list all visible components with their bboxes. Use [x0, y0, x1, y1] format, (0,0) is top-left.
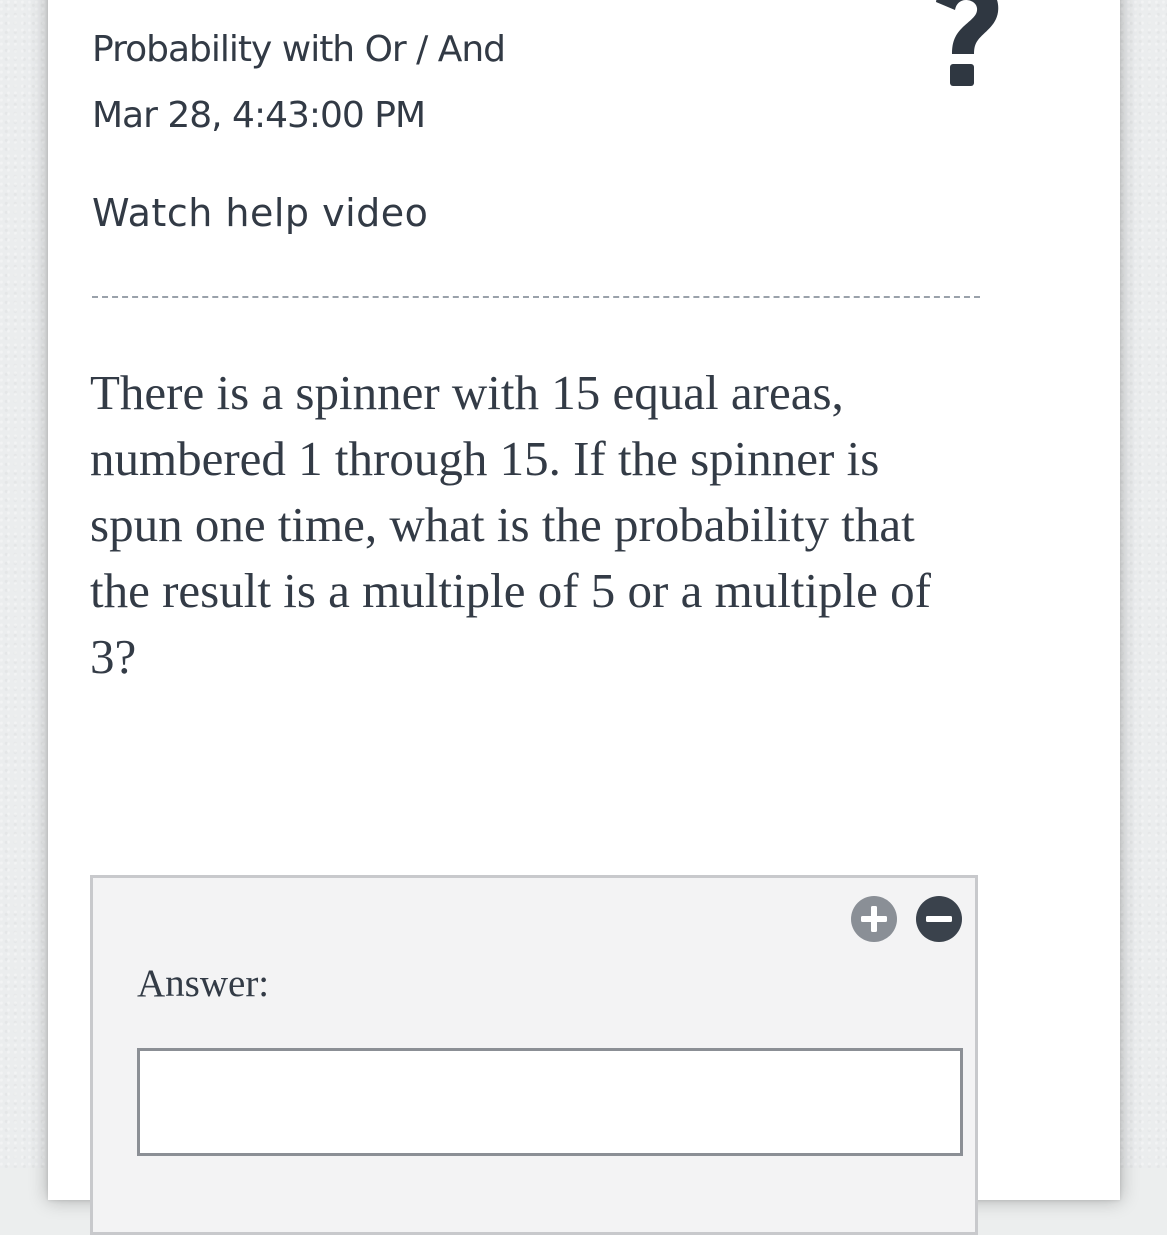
assignment-datetime: Mar 28, 4:43:00 PM [92, 95, 426, 136]
answer-input[interactable] [137, 1048, 963, 1156]
question-mark-icon[interactable] [928, 0, 1004, 90]
watch-help-video-link[interactable]: Watch help video [92, 190, 428, 236]
answer-label: Answer: [137, 962, 270, 1005]
question-text: There is a spinner with 15 equal areas, … [90, 365, 931, 684]
minus-circle-icon[interactable] [916, 896, 962, 942]
plus-circle-icon[interactable] [851, 896, 897, 942]
section-divider [92, 296, 980, 298]
page-title: Probability with Or / And [92, 29, 506, 70]
